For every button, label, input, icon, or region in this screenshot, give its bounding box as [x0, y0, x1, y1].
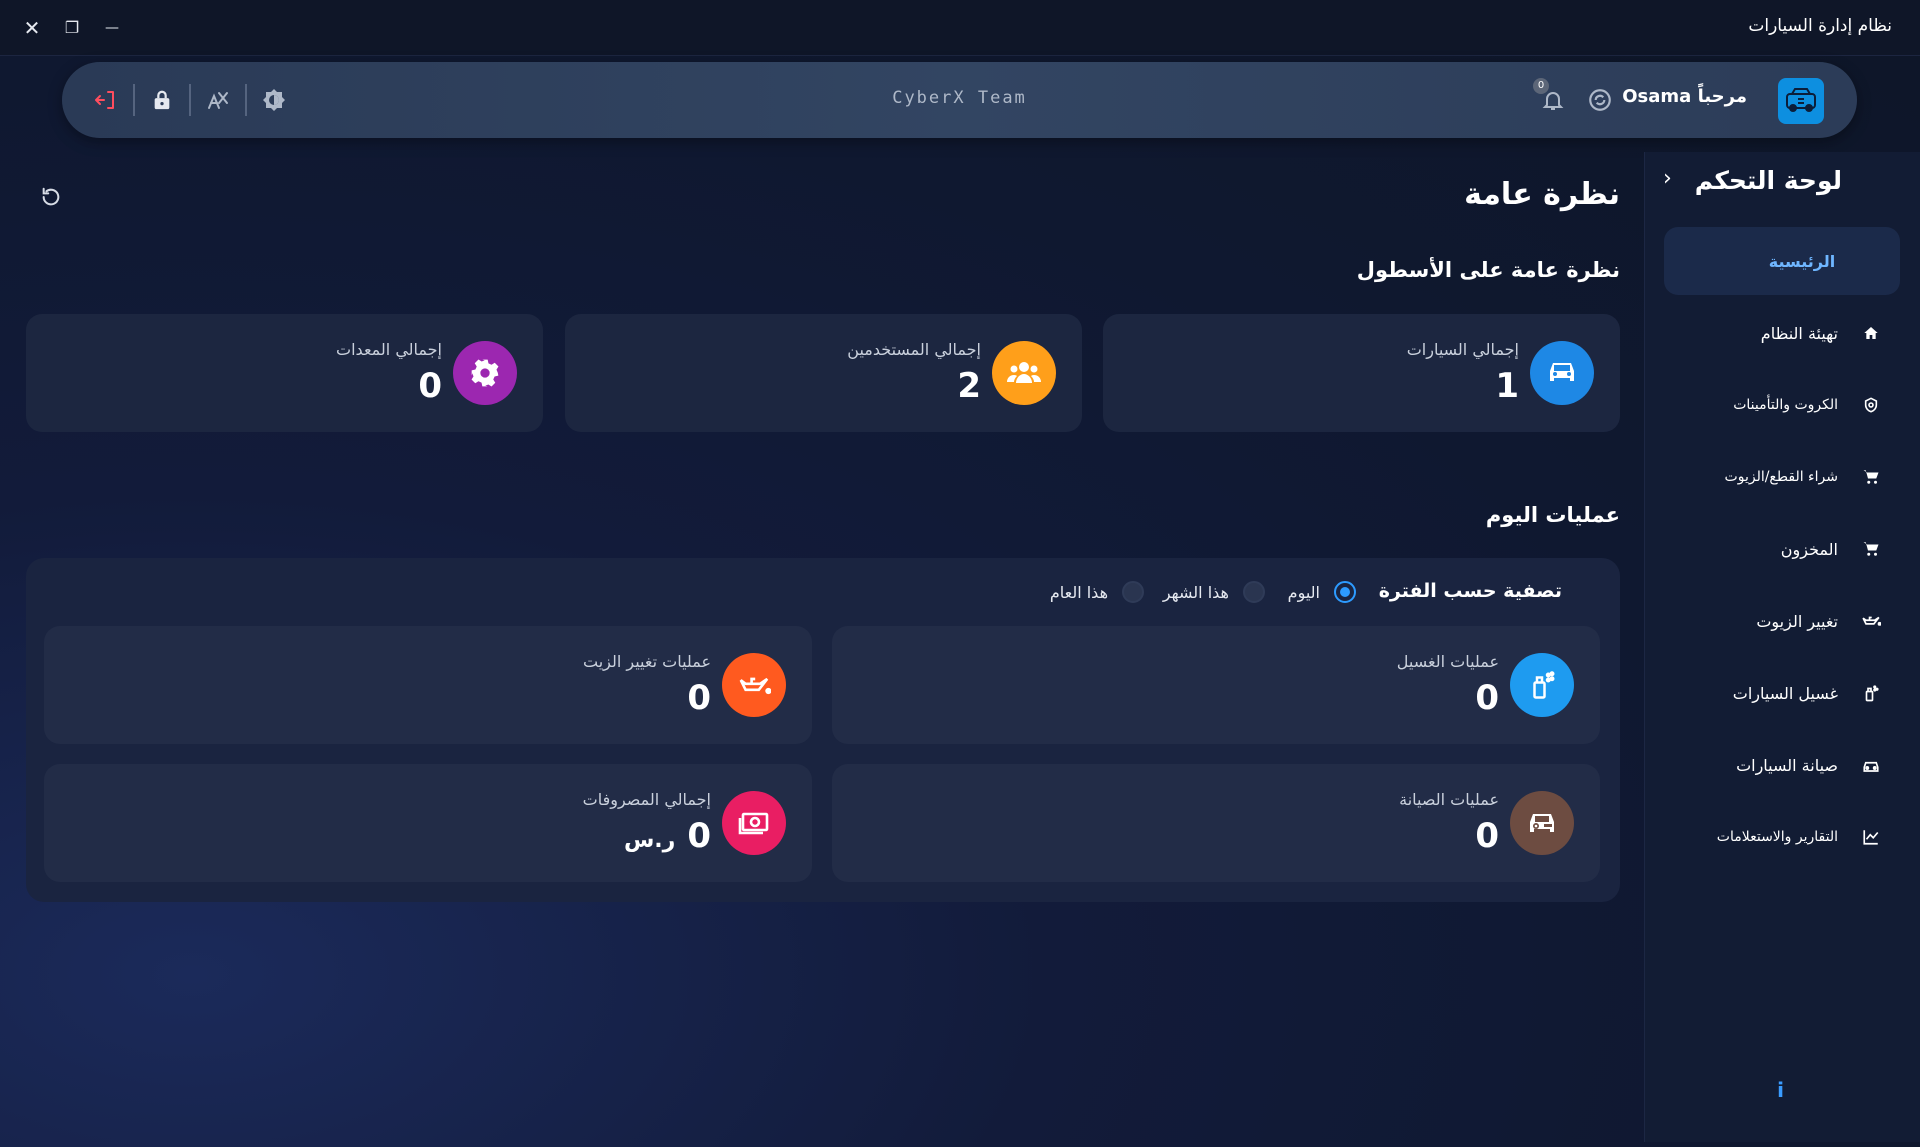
- cart-icon: [1860, 538, 1882, 560]
- sidebar-item-label: التقارير والاستعلامات: [1716, 829, 1838, 845]
- minimize-window-button[interactable]: —: [98, 14, 126, 42]
- sidebar-title: لوحة التحكم: [1694, 166, 1842, 195]
- user-greeting: مرحباً Osama: [1622, 86, 1747, 107]
- filter-option-label: اليوم: [1287, 582, 1320, 602]
- filter-option-this-year[interactable]: هذا العام: [1050, 578, 1144, 606]
- sync-icon[interactable]: [1586, 86, 1614, 114]
- op-label: عمليات الصيانة: [1399, 790, 1499, 809]
- fleet-section-title: نظرة عامة على الأسطول: [1356, 258, 1620, 282]
- currency-unit: ر.س: [623, 828, 676, 853]
- op-value: ر.س 0: [624, 816, 711, 856]
- shield-icon: [1860, 394, 1882, 416]
- op-card-oil-change: عمليات تغيير الزيت 0: [44, 626, 812, 744]
- stat-label: إجمالي المعدات: [336, 340, 442, 359]
- chart-icon: [1860, 826, 1882, 848]
- radio-icon[interactable]: [1122, 581, 1144, 603]
- filter-option-label: هذا العام: [1049, 582, 1108, 602]
- op-label: عمليات الغسيل: [1396, 652, 1499, 671]
- op-label: عمليات تغيير الزيت: [583, 652, 711, 671]
- sidebar-item-label: تهيئة النظام: [1760, 323, 1838, 343]
- sidebar-item-parts-purchase[interactable]: شراء القطع/الزيوت: [1664, 452, 1900, 502]
- radio-icon[interactable]: [1243, 581, 1265, 603]
- car-repair-icon: [1510, 791, 1574, 855]
- sidebar-item-label: غسيل السيارات: [1732, 683, 1838, 703]
- car-repair-icon: [1860, 754, 1882, 776]
- money-icon: [722, 791, 786, 855]
- sidebar-item-car-wash[interactable]: غسيل السيارات: [1664, 668, 1900, 718]
- spray-icon: [1510, 653, 1574, 717]
- op-card-wash: عمليات الغسيل 0: [832, 626, 1600, 744]
- restore-window-button[interactable]: ❐: [58, 14, 86, 42]
- page-title: نظرة عامة: [1464, 177, 1620, 212]
- car-logo-icon: [1778, 78, 1824, 124]
- gear-icon: [453, 341, 517, 405]
- close-window-button[interactable]: ✕: [18, 14, 46, 42]
- stat-value: 1: [1495, 366, 1519, 406]
- filter-option-today[interactable]: اليوم: [1288, 578, 1356, 606]
- sidebar-item-label: شراء القطع/الزيوت: [1724, 469, 1838, 485]
- notification-count-badge: 0: [1533, 78, 1549, 94]
- sidebar-item-label: الرئيسية: [1768, 251, 1836, 271]
- stat-value: 2: [957, 366, 981, 406]
- sidebar-item-label: تغيير الزيوت: [1756, 611, 1838, 631]
- sidebar-item-label: المخزون: [1780, 539, 1838, 559]
- users-icon: [992, 341, 1056, 405]
- info-button[interactable]: i: [1777, 1078, 1784, 1102]
- op-card-maintenance: عمليات الصيانة 0: [832, 764, 1600, 882]
- stat-card-total-users: إجمالي المستخدمين 2: [565, 314, 1082, 432]
- op-value-number: 0: [1475, 816, 1499, 856]
- stat-card-total-cars: إجمالي السيارات 1: [1103, 314, 1620, 432]
- sidebar-item-label: صيانة السيارات: [1736, 755, 1838, 775]
- sidebar-item-home[interactable]: الرئيسية: [1664, 227, 1900, 295]
- home-icon: [1860, 322, 1882, 344]
- op-value-number: 0: [687, 678, 711, 718]
- sidebar-item-system-setup[interactable]: تهيئة النظام: [1664, 308, 1900, 358]
- sidebar-item-inventory[interactable]: المخزون: [1664, 524, 1900, 574]
- car-icon: [1530, 341, 1594, 405]
- ops-section-title: عمليات اليوم: [1485, 503, 1620, 527]
- title-bar: ✕ ❐ — نظام إدارة السيارات: [0, 0, 1920, 56]
- filter-title: تصفية حسب الفترة: [1378, 580, 1562, 602]
- refresh-icon[interactable]: [40, 186, 64, 210]
- stat-value: 0: [418, 366, 442, 406]
- sidebar: › لوحة التحكم الرئيسية تهيئة النظام الكر…: [1644, 152, 1920, 1142]
- stat-card-total-equipment: إجمالي المعدات 0: [26, 314, 543, 432]
- radio-selected-icon[interactable]: [1334, 581, 1356, 603]
- app-title: نظام إدارة السيارات: [1748, 16, 1892, 36]
- sidebar-item-oil-change[interactable]: تغيير الزيوت: [1664, 596, 1900, 646]
- sidebar-item-cards-insurance[interactable]: الكروت والتأمينات: [1664, 380, 1900, 430]
- op-value: 0: [1475, 816, 1499, 856]
- op-card-expenses: إجمالي المصروفات ر.س 0: [44, 764, 812, 882]
- cart-icon: [1860, 466, 1882, 488]
- spray-icon: [1860, 682, 1882, 704]
- bell-icon[interactable]: 0: [1533, 78, 1567, 114]
- sidebar-item-label: الكروت والتأمينات: [1733, 397, 1838, 413]
- sidebar-item-car-maintenance[interactable]: صيانة السيارات: [1664, 740, 1900, 790]
- op-label: إجمالي المصروفات: [582, 790, 711, 809]
- stat-label: إجمالي المستخدمين: [847, 340, 981, 359]
- filter-option-this-month[interactable]: هذا الشهر: [1163, 578, 1265, 606]
- sidebar-item-reports[interactable]: التقارير والاستعلامات: [1664, 812, 1900, 862]
- oil-can-icon: [722, 653, 786, 717]
- stat-label: إجمالي السيارات: [1406, 340, 1519, 359]
- filter-option-label: هذا الشهر: [1162, 582, 1229, 602]
- op-value: 0: [1475, 678, 1499, 718]
- today-operations-panel: تصفية حسب الفترة اليوم هذا الشهر هذا الع…: [26, 558, 1620, 902]
- op-value-number: 0: [687, 816, 711, 856]
- sidebar-collapse-button[interactable]: ›: [1663, 166, 1672, 191]
- op-value: 0: [687, 678, 711, 718]
- oil-can-icon: [1860, 610, 1882, 632]
- op-value-number: 0: [1475, 678, 1499, 718]
- top-header: CyberX Team 0 مرحباً Osama: [62, 62, 1857, 138]
